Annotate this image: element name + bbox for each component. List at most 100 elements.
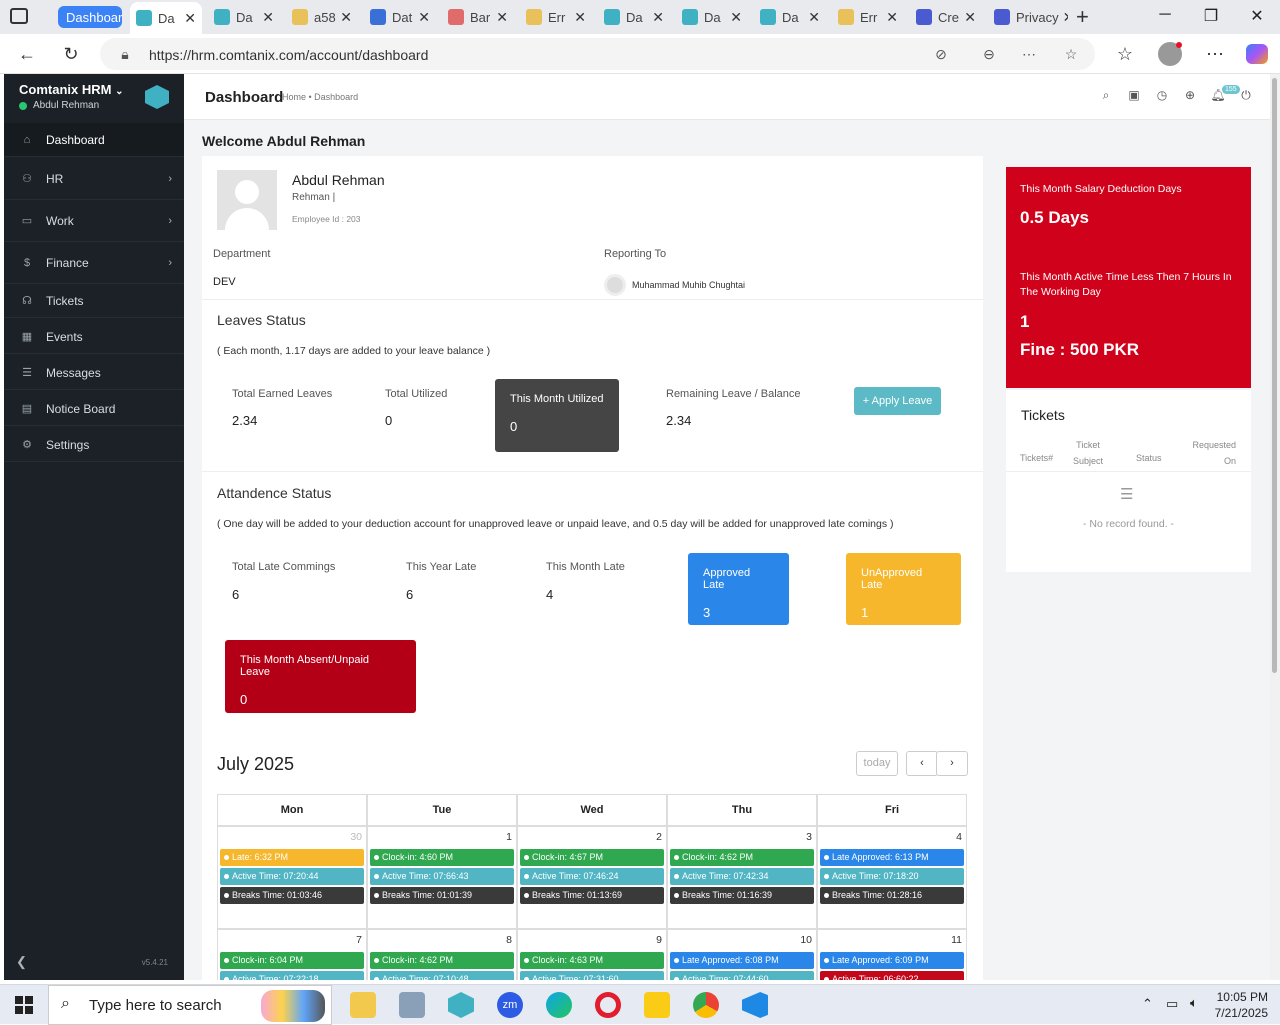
tray-chevron-icon[interactable]: ⌃ (1142, 996, 1153, 1012)
chat-icon[interactable]: ▣ (1126, 88, 1142, 104)
calendar-event[interactable]: Clock-in: 4:62 PM (670, 849, 814, 866)
sidebar-item-work[interactable]: ▭ Work › (4, 200, 184, 242)
windows-start-icon[interactable] (15, 996, 33, 1014)
close-tab-icon[interactable]: ✕ (258, 9, 274, 26)
sidebar-item-finance[interactable]: $ Finance › (4, 242, 184, 284)
sidebar-item-hr[interactable]: ⚇ HR › (4, 158, 184, 200)
calendar-event[interactable]: Active Time: 06:60:22 (820, 971, 964, 980)
calendar-event[interactable]: Active Time: 07:66:43 (370, 868, 514, 885)
favorites-icon[interactable]: ☆ (1112, 42, 1138, 66)
close-tab-icon[interactable]: ✕ (804, 9, 820, 26)
day-number[interactable]: 8 (506, 934, 512, 946)
calendar-day-cell[interactable]: 3 Clock-in: 4:62 PM Active Time: 07:42:34 B… (667, 826, 817, 929)
sidebar-item-events[interactable]: ▦ Events (4, 320, 184, 354)
close-window-icon[interactable]: ✕ (1242, 6, 1272, 26)
taskbar-search[interactable]: ⌕ Type here to search (48, 985, 332, 1025)
calendar-day-cell[interactable]: 11 Late Approved: 6:09 PM Active Time: 06:… (817, 929, 967, 980)
volume-icon[interactable]: 🔈︎ (1190, 995, 1198, 1011)
apply-leave-button[interactable]: + Apply Leave (854, 387, 941, 415)
browser-tab[interactable]: Cre ✕ (910, 4, 982, 30)
file-explorer-icon[interactable] (350, 992, 376, 1018)
add-circle-icon[interactable]: ⊕ (1182, 88, 1198, 104)
close-tab-icon[interactable]: ✕ (336, 9, 352, 26)
close-tab-icon[interactable]: ✕ (960, 9, 976, 26)
sidebar-item-dashboard[interactable]: ⌂ Dashboard (4, 123, 184, 157)
calendar-event[interactable]: Breaks Time: 01:28:16 (820, 887, 964, 904)
clock-icon[interactable]: ◷ (1154, 88, 1170, 104)
taskbar-search-placeholder[interactable]: Type here to search (89, 997, 222, 1014)
power-icon[interactable]: ⏻ (1238, 88, 1254, 104)
reporting-to-value[interactable]: Muhammad Muhib Chughtai (632, 280, 745, 290)
calendar-day-cell[interactable]: 4 Late Approved: 6:13 PM Active Time: 07:1… (817, 826, 967, 929)
collapse-sidebar-icon[interactable]: ❮ (16, 954, 27, 970)
close-tab-icon[interactable]: ✕ (648, 9, 664, 26)
sidebar-item-tickets[interactable]: ☊ Tickets (4, 284, 184, 318)
browser-tab[interactable]: Err ✕ (832, 4, 904, 30)
calendar-day-cell[interactable]: 7 Clock-in: 6:04 PM Active Time: 07:22:18 (217, 929, 367, 980)
close-tab-icon[interactable]: ✕ (882, 9, 898, 26)
new-tab-icon[interactable]: + (1076, 4, 1089, 30)
calendar-event[interactable]: Late Approved: 6:13 PM (820, 849, 964, 866)
browser-tab[interactable]: Bar ✕ (442, 4, 514, 30)
day-number[interactable]: 7 (356, 934, 362, 946)
calendar-event[interactable]: Breaks Time: 01:13:69 (520, 887, 664, 904)
restore-icon[interactable]: ❐ (1196, 6, 1226, 26)
browser-tab[interactable]: Da ✕ (598, 4, 670, 30)
close-tab-icon[interactable]: ✕ (414, 9, 430, 26)
calendar-event[interactable]: Clock-in: 4:67 PM (520, 849, 664, 866)
day-number[interactable]: 3 (806, 831, 812, 843)
search-highlight-icon[interactable] (261, 990, 325, 1022)
sticky-notes-icon[interactable] (644, 992, 670, 1018)
breadcrumb[interactable]: Home • Dashboard (282, 92, 358, 102)
favorite-star-icon[interactable]: ☆ (1062, 46, 1080, 64)
calendar-event[interactable]: Breaks Time: 01:16:39 (670, 887, 814, 904)
calendar-day-cell[interactable]: 8 Clock-in: 4:62 PM Active Time: 07:10:48 (367, 929, 517, 980)
browser-tab[interactable]: Da ✕ (754, 4, 826, 30)
calendar-event[interactable]: Late Approved: 6:08 PM (670, 952, 814, 969)
chrome-icon[interactable] (693, 992, 719, 1018)
calendar-day-cell[interactable]: 30 Late: 6:32 PM Active Time: 07:20:44 Brea… (217, 826, 367, 929)
calendar-event[interactable]: Clock-in: 4:63 PM (520, 952, 664, 969)
day-number[interactable]: 2 (656, 831, 662, 843)
browser-tab[interactable]: Privacy✕ (988, 4, 1068, 30)
lock-icon[interactable]: 🔒︎ (116, 46, 134, 64)
calendar-day-cell[interactable]: 2 Clock-in: 4:67 PM Active Time: 07:46:24 B… (517, 826, 667, 929)
prev-month-icon[interactable]: ‹ (906, 751, 938, 776)
zoom-icon[interactable]: zm (497, 992, 523, 1018)
calendar-event[interactable]: Active Time: 07:10:48 (370, 971, 514, 980)
today-button[interactable]: today (856, 751, 898, 776)
browser-tab[interactable]: a58 ✕ (286, 4, 358, 30)
calendar-event[interactable]: Active Time: 07:42:34 (670, 868, 814, 885)
chevron-down-icon[interactable]: ⌄ (115, 86, 123, 97)
vscode-icon[interactable] (742, 992, 768, 1018)
page-scrollbar[interactable] (1270, 74, 1280, 980)
calendar-day-cell[interactable]: 1 Clock-in: 4:60 PM Active Time: 07:66:43 B… (367, 826, 517, 929)
calendar-event[interactable]: Active Time: 07:20:44 (220, 868, 364, 885)
day-number[interactable]: 1 (506, 831, 512, 843)
browser-tab[interactable]: Dat ✕ (364, 4, 436, 30)
calendar-event[interactable]: Active Time: 07:31:60 (520, 971, 664, 980)
url-text[interactable]: https://hrm.comtanix.com/account/dashboa… (149, 47, 428, 63)
copilot-icon[interactable] (1246, 44, 1268, 64)
calendar-day-cell[interactable]: 9 Clock-in: 4:63 PM Active Time: 07:31:60 (517, 929, 667, 980)
browser-tab[interactable]: Dashboar (58, 6, 122, 28)
sidebar-item-settings[interactable]: ⚙ Settings (4, 428, 184, 462)
calendar-event[interactable]: Active Time: 07:18:20 (820, 868, 964, 885)
calendar-day-cell[interactable]: 10 Late Approved: 6:08 PM Active Time: 07:… (667, 929, 817, 980)
more-icon[interactable]: ⋯ (1020, 46, 1038, 64)
close-tab-icon[interactable]: ✕ (492, 9, 508, 26)
brand-name[interactable]: Comtanix HRM ⌄ (19, 82, 123, 97)
next-month-icon[interactable]: › (936, 751, 968, 776)
browser-tab[interactable]: Err ✕ (520, 4, 592, 30)
network-icon[interactable]: ▭ (1166, 996, 1178, 1012)
sidebar-item-notice-board[interactable]: ▤ Notice Board (4, 392, 184, 426)
calendar-event[interactable]: Active Time: 07:44:60 (670, 971, 814, 980)
calendar-event[interactable]: Clock-in: 6:04 PM (220, 952, 364, 969)
close-tab-icon[interactable]: ✕ (1059, 9, 1068, 26)
url-box[interactable]: 🔒︎ https://hrm.comtanix.com/account/dash… (100, 38, 1095, 70)
day-number[interactable]: 11 (951, 934, 962, 946)
refresh-icon[interactable]: ↻ (58, 42, 84, 66)
zoom-out-icon[interactable]: ⊖ (980, 46, 998, 64)
search-icon[interactable]: ⌕ (1098, 88, 1114, 104)
sidebar-item-messages[interactable]: ☰ Messages (4, 356, 184, 390)
